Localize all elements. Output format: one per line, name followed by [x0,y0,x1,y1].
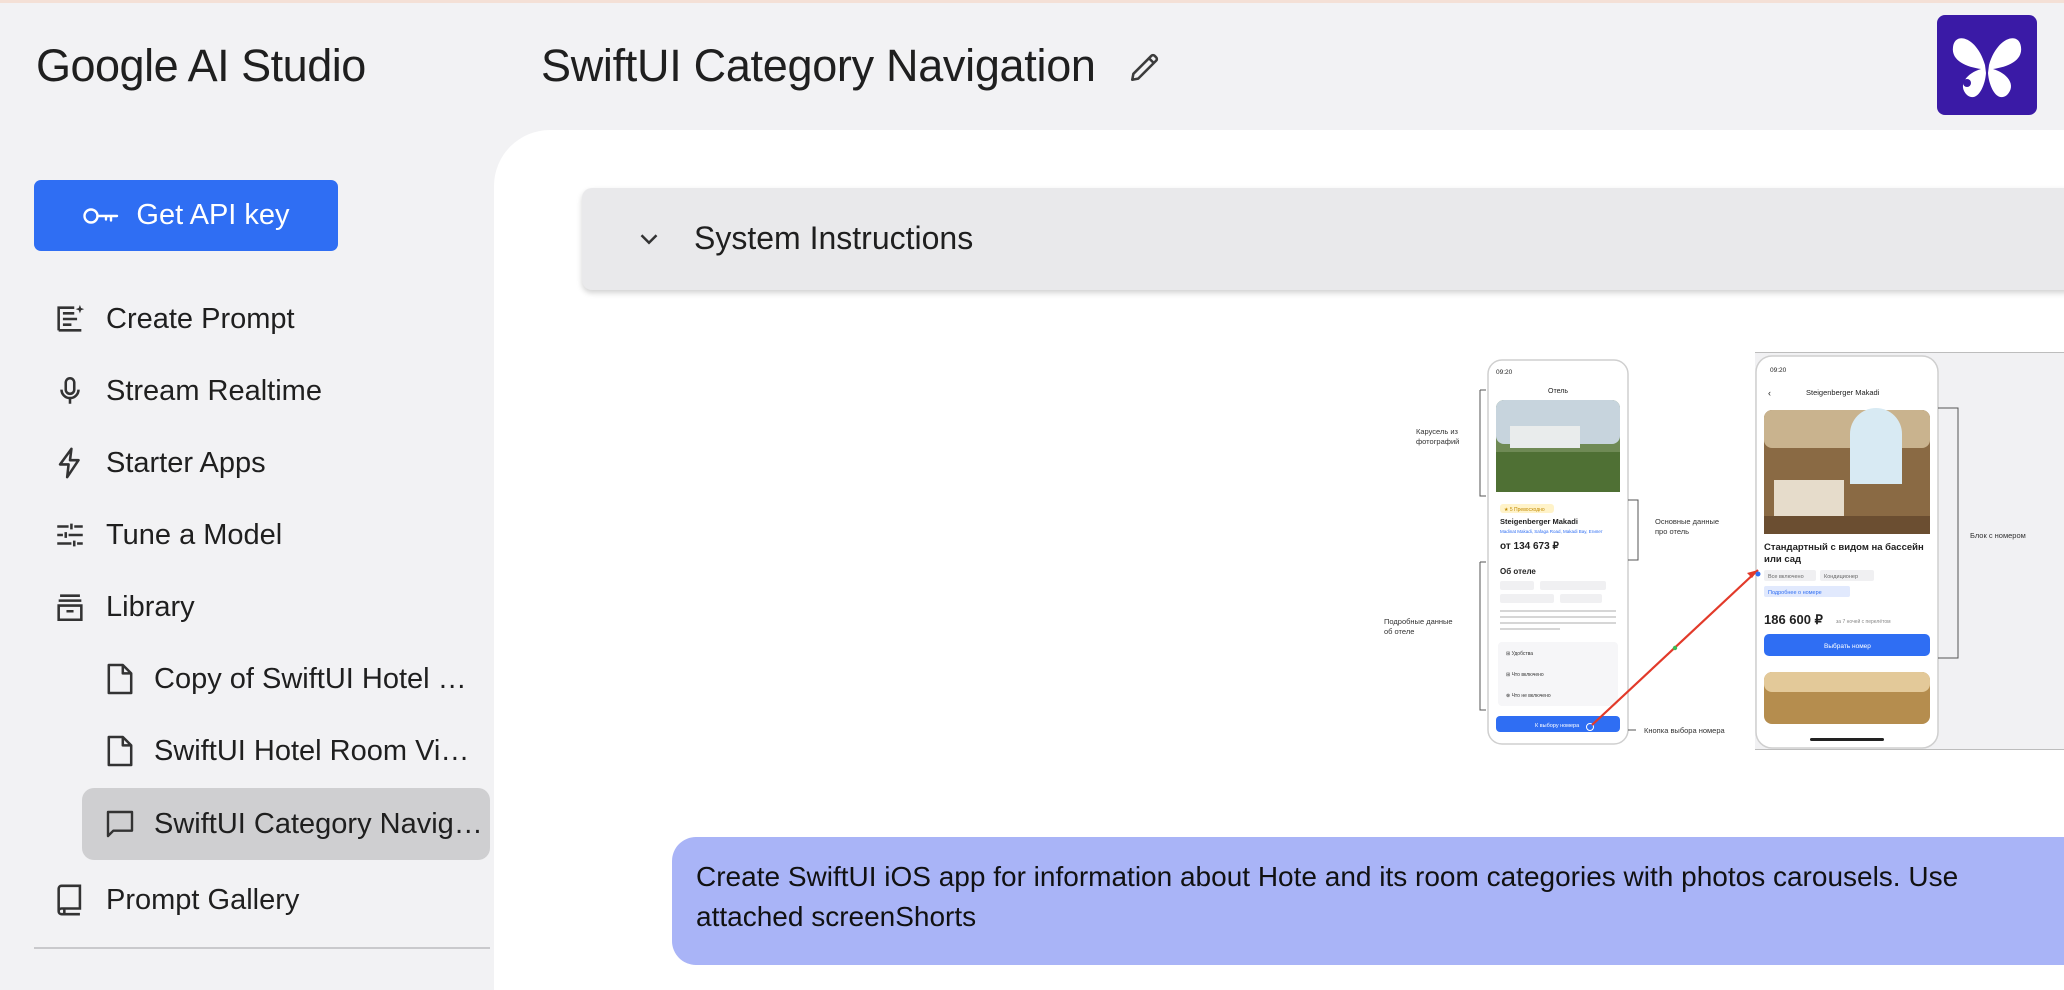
sliders-icon [52,517,88,553]
sidebar-item-prompt-gallery[interactable]: Prompt Gallery [52,875,299,925]
svg-text:Блок с номером: Блок с номером [1970,531,2026,540]
svg-text:Madinat Makadi, Safaga Road, M: Madinat Makadi, Safaga Road, Makadi Bay,… [1500,529,1603,534]
attached-screenshot[interactable]: 09:20 Отель ★ 5 Превосходно Steigenberge… [1380,352,2064,750]
phone-screen-room: 09:20 ‹ Steigenberger Makadi Стандартный… [1755,355,1939,749]
svg-text:⊗ Что не включено: ⊗ Что не включено [1506,693,1551,699]
library-item-category-navigation[interactable]: SwiftUI Category Naviga... [82,788,490,860]
svg-text:фотографий: фотографий [1416,437,1459,446]
user-prompt-bubble[interactable]: Create SwiftUI iOS app for information a… [672,837,2064,965]
phone2-time: 09:20 [1770,367,1787,374]
phone2-title: Steigenberger Makadi [1806,388,1880,397]
microphone-icon [52,373,88,409]
svg-text:Подробные данные: Подробные данные [1384,617,1453,626]
svg-text:или сад: или сад [1764,554,1801,565]
library-item-label: Copy of SwiftUI Hotel Ro... [154,662,484,695]
get-api-key-label: Get API key [136,199,290,231]
create-prompt-icon [52,301,88,337]
butterfly-logo-icon [1952,38,2022,98]
sidebar-item-label: Stream Realtime [106,374,322,407]
page-title[interactable]: SwiftUI Category Navigation [541,40,1096,92]
svg-text:Стандартный с видом на бассейн: Стандартный с видом на бассейн [1764,542,1924,553]
sidebar-item-label: Tune a Model [106,518,283,551]
phone1-time: 09:20 [1496,369,1513,376]
sidebar-item-create-prompt[interactable]: Create Prompt [52,294,295,344]
phone1-title: Отель [1548,388,1568,395]
phone2-price: 186 600 ₽ [1764,612,1824,627]
sidebar-item-starter-apps[interactable]: Starter Apps [52,438,266,488]
sidebar-item-label: Starter Apps [106,446,266,479]
phone1-price: от 134 673 ₽ [1500,541,1559,552]
phone2-tag-0: Все включено [1768,574,1804,580]
sidebar: Get API key Create Prompt Stream Realtim… [0,130,494,990]
phone1-hotel-name: Steigenberger Makadi [1500,517,1578,526]
sidebar-item-stream-realtime[interactable]: Stream Realtime [52,366,322,416]
book-icon [52,882,88,918]
library-item-label: SwiftUI Hotel Room View ... [154,734,484,767]
svg-text:Кнопка выбора номера: Кнопка выбора номера [1644,726,1726,735]
library-icon [52,589,88,625]
sidebar-item-library[interactable]: Library [52,582,195,632]
chat-icon [104,807,136,841]
main-panel: System Instructions 09:20 Отель ★ 5 Прев… [494,130,2064,990]
app-brand: Google AI Studio [36,40,366,91]
phone-screen-hotel: 09:20 Отель ★ 5 Превосходно Steigenberge… [1487,359,1629,745]
svg-text:⊞ Что включено: ⊞ Что включено [1506,672,1544,678]
lightning-icon [52,445,88,481]
phone1-button: К выбору номера [1535,723,1580,729]
key-icon [83,207,119,224]
top-accent-line [0,0,2064,3]
system-instructions-panel[interactable]: System Instructions [582,188,2064,290]
phone2-button: Выбрать номер [1824,642,1871,650]
chevron-down-icon[interactable] [634,224,664,254]
svg-text:про отель: про отель [1655,527,1689,536]
library-item-copy-hotel-room[interactable]: Copy of SwiftUI Hotel Ro... [82,643,490,715]
library-item-label: SwiftUI Category Naviga... [154,807,484,840]
system-instructions-label: System Instructions [694,220,974,256]
sidebar-item-label: Create Prompt [106,302,295,335]
sidebar-item-label: Library [106,590,195,623]
document-icon [104,662,136,696]
user-prompt-text: Create SwiftUI iOS app for information a… [696,861,1959,932]
svg-text:★ 5 Превосходно: ★ 5 Превосходно [1504,507,1545,513]
svg-text:об отеле: об отеле [1384,627,1414,636]
library-item-hotel-room-view[interactable]: SwiftUI Hotel Room View ... [82,715,490,787]
document-icon [104,734,136,768]
pencil-icon[interactable] [1128,50,1162,84]
svg-text:⊞ Удобства: ⊞ Удобства [1506,651,1533,657]
get-api-key-button[interactable]: Get API key [34,180,338,251]
phone2-details-link: Подробнее о номере [1768,590,1822,596]
user-avatar[interactable] [1937,15,2037,115]
phone1-about: Об отеле [1500,567,1536,576]
svg-text:Основные данные: Основные данные [1655,517,1719,526]
phone2-tag-1: Кондиционер [1824,574,1858,580]
svg-text:Карусель из: Карусель из [1416,427,1459,436]
sidebar-item-label: Prompt Gallery [106,883,300,916]
sidebar-item-tune-a-model[interactable]: Tune a Model [52,510,282,560]
svg-text:за 7 ночей с перелётом: за 7 ночей с перелётом [1836,618,1891,625]
svg-text:‹: ‹ [1768,388,1771,398]
sidebar-divider [34,947,490,949]
